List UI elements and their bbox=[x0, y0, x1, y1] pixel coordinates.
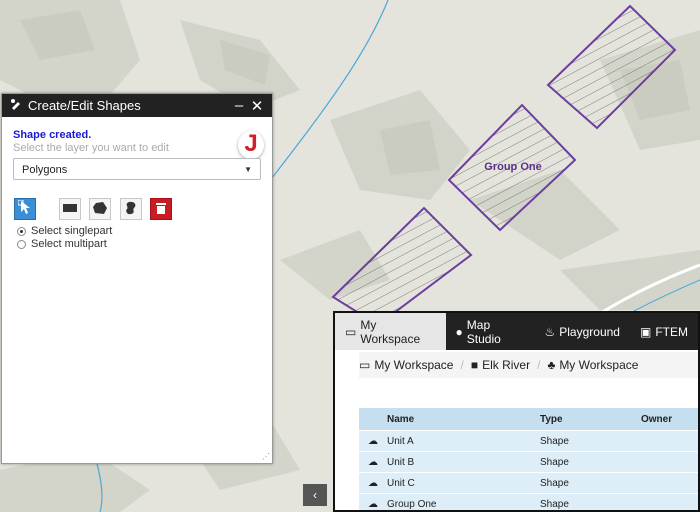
row-type: Shape bbox=[540, 451, 641, 473]
multipart-radio[interactable] bbox=[17, 239, 26, 249]
chevron-down-icon: ▼ bbox=[244, 165, 252, 174]
table-row[interactable]: ☁ Unit B Shape bbox=[359, 451, 698, 473]
option-singlepart[interactable]: Select singlepart bbox=[17, 225, 112, 237]
tab-label: FTEM bbox=[655, 324, 688, 339]
icon-column-header bbox=[359, 408, 387, 431]
cloud-icon: ☁ bbox=[359, 451, 387, 473]
cloud-icon: ☁ bbox=[359, 430, 387, 452]
cloud-icon: ☁ bbox=[359, 472, 387, 494]
workspace-panel: ▭ My Workspace ● Map Studio ♨ Playground… bbox=[333, 311, 700, 512]
panel-title: Create/Edit Shapes bbox=[28, 98, 141, 113]
tab-playground[interactable]: ♨ Playground bbox=[535, 313, 630, 350]
freehand-icon bbox=[124, 201, 138, 218]
window-icon: ▭ bbox=[359, 358, 371, 372]
close-button[interactable]: ✕ bbox=[248, 97, 266, 115]
panel-header[interactable]: Create/Edit Shapes – ✕ bbox=[2, 94, 272, 117]
rectangle-icon bbox=[63, 202, 77, 216]
table-header-row: Name Type Owner bbox=[359, 408, 698, 431]
select-tool-button[interactable] bbox=[14, 198, 36, 220]
layer-select[interactable]: Polygons ▼ bbox=[13, 158, 261, 180]
option-label: Select singlepart bbox=[31, 225, 113, 237]
tab-label: My Workspace bbox=[360, 317, 421, 346]
singlepart-radio[interactable] bbox=[17, 226, 26, 236]
status-message: Shape created. bbox=[13, 129, 92, 141]
workspace-table: Name Type Owner ☁ Unit A Shape ☁ Unit B … bbox=[359, 408, 698, 510]
breadcrumb-item[interactable]: Elk River bbox=[482, 358, 530, 372]
row-type: Shape bbox=[540, 472, 641, 494]
row-name: Unit A bbox=[387, 430, 540, 452]
delete-tool-button[interactable] bbox=[150, 198, 172, 220]
resize-grip-icon[interactable]: ⋰ bbox=[262, 452, 270, 461]
create-edit-shapes-panel: Create/Edit Shapes – ✕ Shape created. Se… bbox=[1, 93, 273, 464]
globe-icon: ● bbox=[455, 324, 463, 339]
row-type: Shape bbox=[540, 493, 641, 510]
row-name: Group One bbox=[387, 493, 540, 510]
table-row[interactable]: ☁ Unit A Shape bbox=[359, 430, 698, 452]
row-owner bbox=[641, 451, 698, 473]
pointer-icon bbox=[17, 199, 32, 219]
clipboard-icon: ▣ bbox=[639, 324, 652, 339]
layer-hint: Select the layer you want to edit bbox=[13, 142, 169, 154]
flame-icon: ♨ bbox=[544, 324, 556, 339]
freehand-tool-button[interactable] bbox=[120, 198, 142, 220]
polygon-icon bbox=[93, 201, 107, 217]
layer-select-value: Polygons bbox=[22, 164, 68, 176]
option-label: Select multipart bbox=[31, 238, 107, 250]
cloud-icon: ☁ bbox=[359, 493, 387, 510]
tab-label: Playground bbox=[559, 324, 620, 339]
row-name: Unit C bbox=[387, 472, 540, 494]
column-header-type[interactable]: Type bbox=[540, 408, 641, 431]
polygon-label: Group One bbox=[484, 161, 541, 173]
column-header-name[interactable]: Name bbox=[387, 408, 540, 431]
breadcrumb-separator: / bbox=[537, 358, 541, 372]
breadcrumb-separator: / bbox=[460, 358, 464, 372]
window-icon: ▭ bbox=[345, 324, 357, 339]
table-row[interactable]: ☁ Group One Shape bbox=[359, 493, 698, 510]
edit-shapes-icon bbox=[10, 98, 22, 113]
tab-my-workspace[interactable]: ▭ My Workspace bbox=[335, 313, 446, 350]
breadcrumb: ▭ My Workspace / ■ Elk River / ♣ My Work… bbox=[359, 352, 698, 378]
breadcrumb-item[interactable]: My Workspace bbox=[374, 358, 453, 372]
tab-label: Map Studio bbox=[466, 317, 501, 346]
table-row[interactable]: ☁ Unit C Shape bbox=[359, 472, 698, 494]
breadcrumb-item[interactable]: My Workspace bbox=[559, 358, 638, 372]
tree-icon: ♣ bbox=[547, 358, 556, 372]
row-owner bbox=[641, 430, 698, 452]
column-header-owner[interactable]: Owner bbox=[641, 408, 698, 431]
workspace-tabs: ▭ My Workspace ● Map Studio ♨ Playground… bbox=[335, 313, 698, 350]
folder-icon: ■ bbox=[470, 358, 479, 372]
tab-map-studio[interactable]: ● Map Studio bbox=[446, 313, 535, 350]
polygon-tool-button[interactable] bbox=[89, 198, 111, 220]
rectangle-tool-button[interactable] bbox=[59, 198, 81, 220]
minimize-button[interactable]: – bbox=[230, 97, 248, 114]
tab-ftem[interactable]: ▣ FTEM bbox=[630, 313, 698, 350]
option-multipart[interactable]: Select multipart bbox=[17, 238, 107, 250]
row-owner bbox=[641, 472, 698, 494]
logo-badge: J bbox=[238, 131, 264, 159]
row-owner bbox=[641, 493, 698, 510]
pager-prev-button[interactable]: ‹ bbox=[303, 484, 327, 506]
row-name: Unit B bbox=[387, 451, 540, 473]
trash-icon bbox=[156, 202, 166, 217]
row-type: Shape bbox=[540, 430, 641, 452]
